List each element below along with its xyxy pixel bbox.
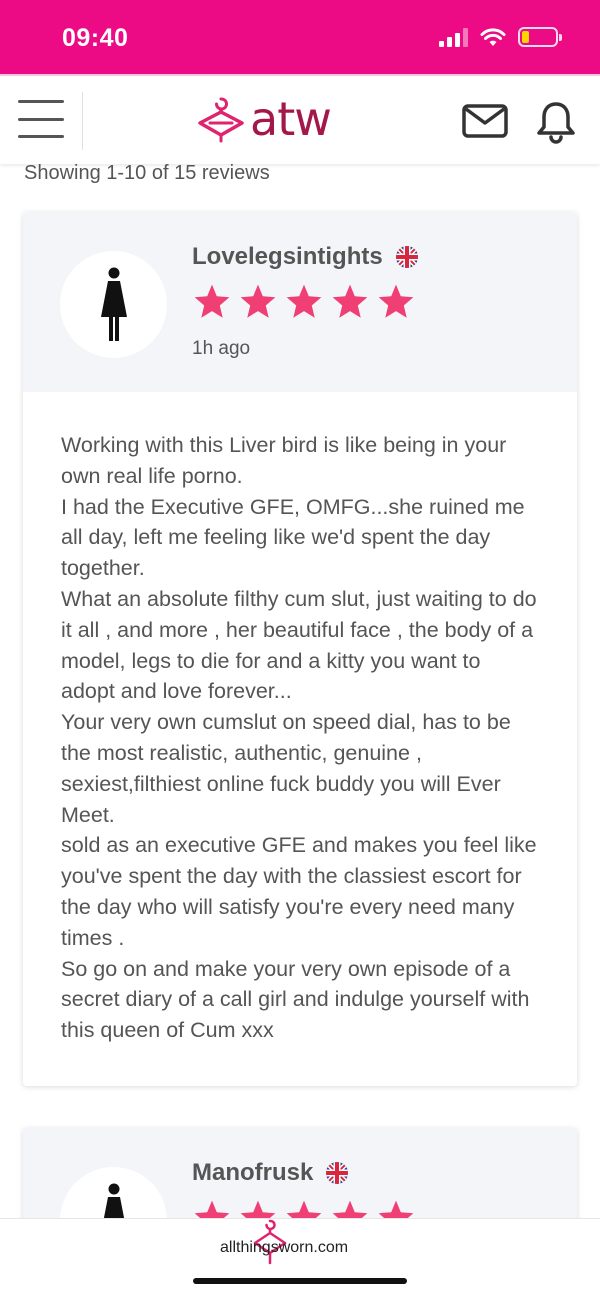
- bell-icon[interactable]: [536, 100, 576, 144]
- uk-flag-icon: [395, 246, 418, 268]
- site-logo[interactable]: atw: [196, 92, 332, 146]
- avatar[interactable]: [60, 251, 167, 358]
- mail-icon[interactable]: [462, 104, 508, 138]
- footer-bar: allthingsworn.com: [0, 1218, 600, 1298]
- woman-silhouette-icon: [100, 267, 127, 341]
- star-icon: [378, 284, 414, 318]
- status-bar: 09:40: [0, 0, 600, 74]
- star-icon: [194, 284, 230, 318]
- wifi-icon: [480, 28, 506, 46]
- reviews-count: Showing 1-10 of 15 reviews: [24, 162, 270, 184]
- review-card: Lovelegsintights 1h ago Working with thi…: [23, 212, 577, 1086]
- star-icon: [240, 284, 276, 318]
- status-icons: [439, 27, 562, 47]
- low-battery-icon: [518, 27, 562, 47]
- cellular-signal-icon: [439, 27, 468, 47]
- header-divider: [82, 92, 83, 150]
- star-icon: [332, 284, 368, 318]
- review-time: 1h ago: [192, 338, 251, 359]
- uk-flag-icon: [326, 1162, 349, 1184]
- rating-stars: [192, 283, 416, 321]
- status-time: 09:40: [62, 24, 129, 52]
- reviewer-name[interactable]: Manofrusk: [192, 1159, 349, 1187]
- hanger-logo-icon: [198, 97, 244, 143]
- logo-text: atw: [250, 92, 332, 146]
- app-header: atw: [0, 74, 600, 164]
- hamburger-menu-icon[interactable]: [18, 100, 64, 138]
- footer-brand[interactable]: allthingsworn.com: [220, 1239, 348, 1257]
- home-indicator: [193, 1278, 407, 1284]
- review-header: Lovelegsintights 1h ago: [23, 212, 577, 392]
- reviewer-name[interactable]: Lovelegsintights: [192, 243, 419, 271]
- star-icon: [286, 284, 322, 318]
- review-text: Working with this Liver bird is like bei…: [61, 433, 537, 1043]
